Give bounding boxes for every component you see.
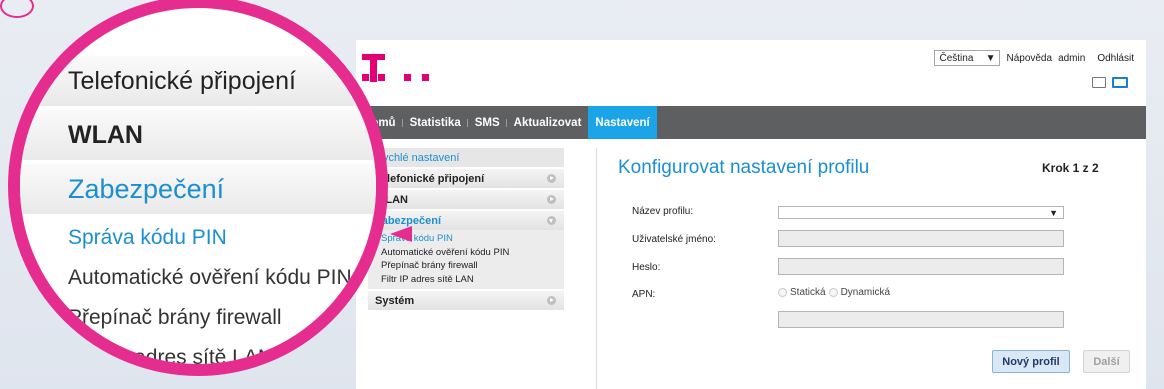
- nav-settings[interactable]: Nastavení: [588, 106, 657, 139]
- sidebar-item-label: Rychlé nastavení: [375, 151, 460, 164]
- lens-row-dialup: Telefonické připojení: [20, 56, 376, 106]
- lens-sub-firewall: Přepínač brány firewall: [68, 306, 282, 329]
- username-label: Uživatelské jméno:: [632, 234, 716, 245]
- expand-icon: [547, 296, 556, 305]
- apn-static-label: Statická: [790, 287, 826, 298]
- apn-label: APN:: [632, 289, 656, 300]
- nav-update[interactable]: Aktualizovat: [507, 106, 589, 139]
- expand-icon: [547, 174, 556, 183]
- tablet-view-icon[interactable]: [1092, 77, 1106, 88]
- step-indicator: Krok 1 z 2: [1042, 161, 1099, 175]
- chevron-down-icon: ▼: [985, 52, 996, 64]
- apn-field[interactable]: [778, 311, 1064, 328]
- lens-row-wlan: WLAN: [20, 110, 376, 160]
- password-label: Heslo:: [632, 262, 661, 273]
- password-field[interactable]: [778, 258, 1064, 275]
- nav-statistics[interactable]: Statistika: [403, 106, 468, 139]
- magnifier-lens: Telefonické připojení WLAN Zabezpečení S…: [8, 0, 388, 376]
- language-select[interactable]: Čeština ▼: [934, 50, 1001, 66]
- view-switcher: [1092, 77, 1128, 88]
- sidebar-item-label: Systém: [375, 294, 415, 307]
- apn-dynamic-radio[interactable]: [828, 288, 838, 297]
- sidebar-item-dialup[interactable]: Telefonické připojení: [368, 169, 564, 188]
- lens-sub-pin: Správa kódu PIN: [68, 226, 227, 249]
- telekom-logo: [362, 52, 472, 82]
- nav-sms[interactable]: SMS: [468, 106, 507, 139]
- lens-row-security: Zabezpečení: [20, 164, 376, 214]
- lens-pointer-arrow: [390, 226, 412, 242]
- submenu-lan-ip-filter[interactable]: Filtr IP adres sítě LAN: [368, 273, 564, 287]
- lens-sub-lan-filter: Filtr IP adres sítě LAN: [68, 346, 274, 369]
- sidebar-item-wlan[interactable]: WLAN: [368, 190, 564, 209]
- expand-icon: [547, 195, 556, 204]
- sidebar-item-quick-setup[interactable]: Rychlé nastavení: [368, 148, 564, 167]
- help-link[interactable]: Nápověda: [1006, 53, 1052, 64]
- new-profile-button[interactable]: Nový profil: [992, 350, 1070, 373]
- logout-link[interactable]: Odhlásit: [1097, 53, 1134, 64]
- next-button[interactable]: Další: [1083, 350, 1130, 373]
- lens-sub-auto-pin: Automatické ověření kódu PIN: [68, 266, 352, 289]
- router-web-ui: Čeština ▼ Nápověda admin Odhlásit Domů S…: [356, 40, 1146, 389]
- sidebar-item-label: Telefonické připojení: [375, 172, 485, 185]
- apn-static-radio[interactable]: [778, 288, 787, 297]
- apn-radio-group: Statická Dynamická: [778, 287, 890, 298]
- username: admin: [1058, 52, 1086, 64]
- submenu-firewall-switch[interactable]: Přepínač brány firewall: [368, 259, 564, 273]
- top-bar: Čeština ▼ Nápověda admin Odhlásit: [934, 50, 1134, 66]
- main-nav: Domů Statistika SMS Aktualizovat Nastave…: [356, 106, 1146, 139]
- profile-name-label: Název profilu:: [632, 206, 694, 217]
- sidebar-item-system[interactable]: Systém: [368, 291, 564, 310]
- desktop-view-icon[interactable]: [1112, 77, 1128, 88]
- submenu-auto-pin[interactable]: Automatické ověření kódu PIN: [368, 246, 564, 260]
- content-divider: [596, 148, 597, 389]
- chevron-down-icon: ▼: [1049, 207, 1058, 218]
- apn-dynamic-label: Dynamická: [840, 287, 891, 298]
- language-value: Čeština: [939, 52, 974, 64]
- profile-name-select[interactable]: ▼: [778, 206, 1064, 219]
- page-title: Konfigurovat nastavení profilu: [618, 157, 870, 178]
- collapse-icon: [547, 216, 556, 225]
- username-field[interactable]: [778, 230, 1064, 247]
